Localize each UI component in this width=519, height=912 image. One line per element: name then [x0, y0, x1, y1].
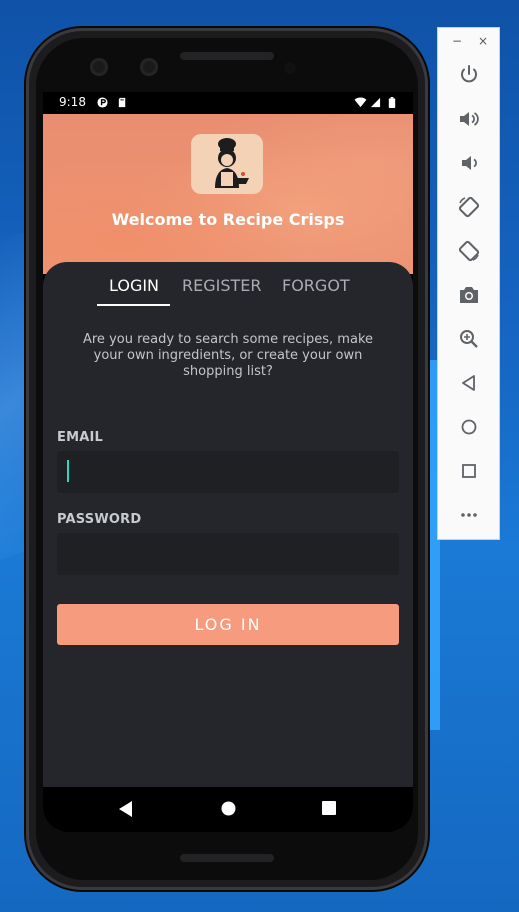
bottom-speaker [180, 854, 274, 862]
battery-icon [388, 97, 396, 108]
nav-back-icon[interactable] [119, 801, 133, 817]
zoom-icon [460, 330, 478, 348]
back-button[interactable] [457, 371, 481, 395]
toolbar-close-button[interactable]: × [478, 34, 488, 48]
login-button[interactable]: LOG IN [57, 604, 399, 645]
tab-register[interactable]: REGISTER [182, 276, 262, 295]
home-button[interactable] [457, 415, 481, 439]
tab-forgot[interactable]: FORGOT [282, 276, 350, 295]
top-speaker [180, 52, 274, 60]
more-button[interactable] [457, 503, 481, 527]
back-icon [462, 375, 475, 391]
auth-panel: LOGIN REGISTER FORGOT Are you ready to s… [43, 262, 413, 792]
front-sensor [140, 58, 158, 76]
device-screen: 9:18 Welcome to Recipe Crisps LOGIN REGI… [43, 92, 413, 832]
power-icon [461, 65, 477, 83]
cell-signal-icon [370, 97, 381, 108]
overview-button[interactable] [457, 459, 481, 483]
chef-logo [191, 134, 263, 194]
active-tab-indicator [97, 304, 170, 306]
power-button[interactable] [457, 63, 481, 87]
front-camera [284, 62, 296, 74]
text-caret [67, 460, 69, 482]
android-nav-bar [43, 787, 413, 832]
camera-icon [460, 287, 478, 303]
tab-login[interactable]: LOGIN [109, 276, 159, 295]
volume-up-icon [460, 112, 479, 126]
rotate-left-button[interactable] [457, 195, 481, 219]
email-label: EMAIL [57, 430, 103, 445]
sd-card-icon [118, 97, 126, 108]
overview-icon [462, 464, 476, 478]
chef-icon [215, 138, 249, 188]
password-label: PASSWORD [57, 512, 142, 527]
volume-down-button[interactable] [457, 151, 481, 175]
app-notification-icon [97, 97, 108, 108]
screenshot-button[interactable] [457, 283, 481, 307]
rotate-right-button[interactable] [457, 239, 481, 263]
front-sensor [90, 58, 108, 76]
status-bar: 9:18 [43, 92, 413, 114]
status-time: 9:18 [59, 95, 86, 109]
rotate-left-icon [458, 196, 480, 218]
home-icon [461, 419, 477, 435]
nav-home-icon[interactable] [221, 801, 236, 816]
email-field[interactable] [57, 451, 399, 493]
volume-down-icon [462, 156, 477, 170]
auth-tabs: LOGIN REGISTER FORGOT [43, 262, 413, 308]
rotate-right-icon [458, 240, 480, 262]
zoom-button[interactable] [457, 327, 481, 351]
hero-banner: Welcome to Recipe Crisps [43, 114, 413, 274]
toolbar-minimize-button[interactable]: − [452, 34, 462, 48]
more-icon [461, 513, 477, 517]
wifi-icon [354, 97, 367, 108]
nav-overview-icon[interactable] [322, 801, 336, 815]
intro-text: Are you ready to search some recipes, ma… [82, 332, 374, 379]
password-field[interactable] [57, 533, 399, 575]
volume-up-button[interactable] [457, 107, 481, 131]
welcome-title: Welcome to Recipe Crisps [111, 210, 345, 229]
emulator-toolbar: − × [437, 27, 500, 540]
